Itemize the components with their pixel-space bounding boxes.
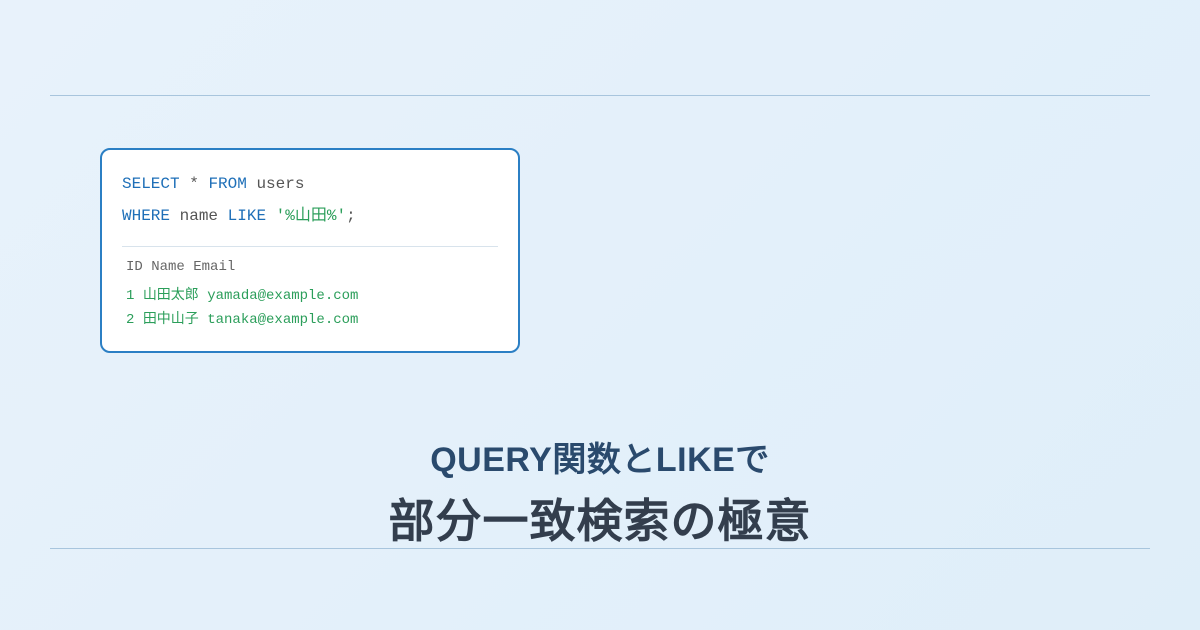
divider-bottom xyxy=(50,548,1150,549)
keyword-where: WHERE xyxy=(122,207,170,225)
col-name: Name xyxy=(151,259,185,275)
sql-pattern: '%山田%' xyxy=(276,207,346,225)
headline: QUERY関数とLIKEで 部分一致検索の極意 xyxy=(0,432,1200,551)
sql-example-box: SELECT * FROM users WHERE name LIKE '%山田… xyxy=(100,148,520,353)
col-id: ID xyxy=(126,259,143,275)
result-header: ID Name Email xyxy=(126,259,498,275)
col-email: Email xyxy=(193,259,235,275)
keyword-select: SELECT xyxy=(122,175,180,193)
cell-name: 山田太郎 xyxy=(143,288,199,304)
sql-column: name xyxy=(180,207,218,225)
cell-email: tanaka@example.com xyxy=(207,312,358,328)
keyword-like: LIKE xyxy=(228,207,266,225)
result-row: 1 山田太郎 yamada@example.com xyxy=(126,285,498,309)
cell-id: 2 xyxy=(126,312,134,328)
headline-line1: QUERY関数とLIKEで xyxy=(0,432,1200,481)
sql-terminator: ; xyxy=(346,207,356,225)
cell-id: 1 xyxy=(126,288,134,304)
sql-query: SELECT * FROM users WHERE name LIKE '%山田… xyxy=(122,168,498,232)
cell-name: 田中山子 xyxy=(143,312,199,328)
divider-top xyxy=(50,95,1150,96)
keyword-from: FROM xyxy=(208,175,246,193)
sql-star: * xyxy=(189,175,199,193)
cell-email: yamada@example.com xyxy=(207,288,358,304)
headline-line2: 部分一致検索の極意 xyxy=(0,485,1200,551)
sql-table: users xyxy=(256,175,304,193)
result-row: 2 田中山子 tanaka@example.com xyxy=(126,309,498,333)
sql-result-divider xyxy=(122,246,498,247)
